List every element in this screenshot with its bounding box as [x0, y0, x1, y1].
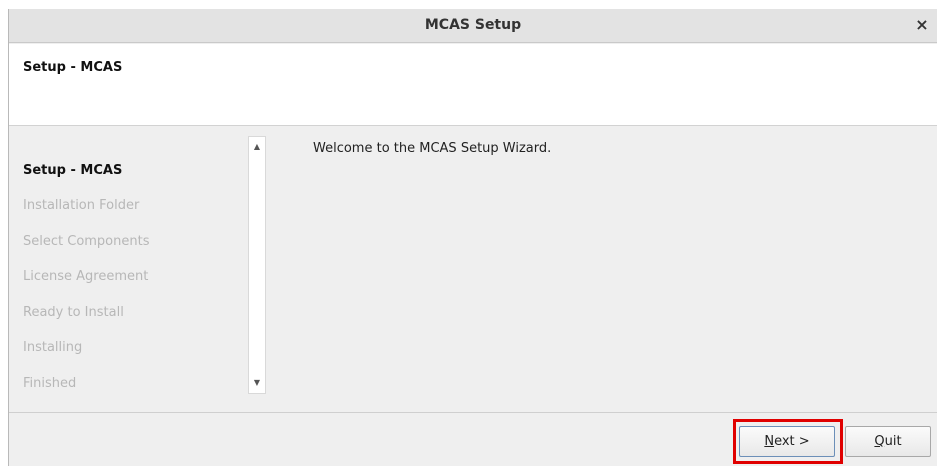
- next-button[interactable]: Next >: [739, 426, 835, 457]
- quit-mnemonic: Q: [874, 434, 885, 449]
- wizard-header: Setup - MCAS: [9, 44, 937, 126]
- welcome-text: Welcome to the MCAS Setup Wizard.: [313, 141, 552, 156]
- close-icon[interactable]: ×: [913, 16, 931, 34]
- steps-sidebar: Setup - MCAS Installation Folder Select …: [9, 127, 249, 412]
- step-select-components: Select Components: [23, 234, 150, 249]
- window-title: MCAS Setup: [424, 17, 522, 33]
- button-bar: Next > Quit: [9, 412, 937, 466]
- top-strip: [0, 0, 937, 9]
- page-title: Setup - MCAS: [23, 60, 123, 75]
- title-bar[interactable]: MCAS Setup ×: [9, 9, 937, 43]
- step-finished: Finished: [23, 376, 77, 391]
- setup-window: MCAS Setup × Setup - MCAS Setup - MCAS I…: [8, 9, 937, 466]
- quit-button[interactable]: Quit: [845, 426, 931, 457]
- quit-label: uit: [884, 434, 902, 449]
- scroll-down-icon[interactable]: ▼: [249, 376, 265, 390]
- steps-scrollbar[interactable]: ▲ ▼: [248, 136, 266, 394]
- step-installing: Installing: [23, 340, 83, 355]
- step-setup-mcas: Setup - MCAS: [23, 163, 123, 178]
- step-license-agreement: License Agreement: [23, 269, 149, 284]
- next-mnemonic: N: [764, 434, 775, 449]
- content-area: Welcome to the MCAS Setup Wizard.: [267, 127, 937, 412]
- step-ready-to-install: Ready to Install: [23, 305, 124, 320]
- scroll-up-icon[interactable]: ▲: [249, 140, 265, 154]
- step-installation-folder: Installation Folder: [23, 198, 140, 213]
- next-label: ext >: [774, 434, 810, 449]
